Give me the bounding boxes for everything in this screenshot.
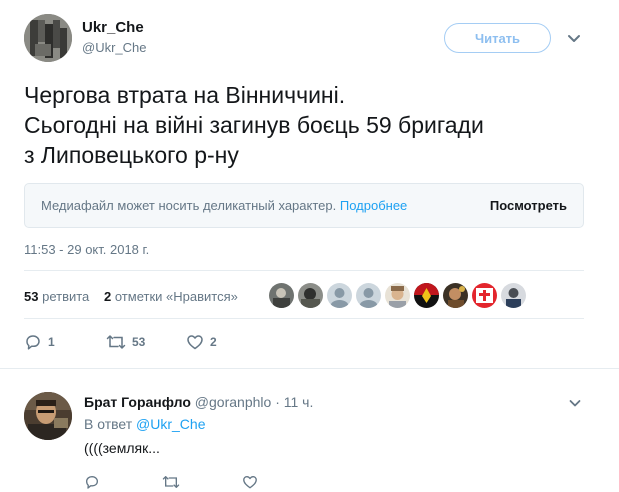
view-media-button[interactable]: Посмотреть xyxy=(490,198,567,213)
like-count: 2 xyxy=(210,335,217,349)
author-name[interactable]: Ukr_Che xyxy=(82,19,144,36)
avatar[interactable] xyxy=(24,14,72,62)
avatar[interactable] xyxy=(356,283,381,308)
media-warning-message: Медиафайл может носить деликатный характ… xyxy=(41,198,407,213)
reply-button[interactable] xyxy=(84,474,100,492)
likes-count: 2 xyxy=(104,289,112,304)
chevron-down-icon[interactable] xyxy=(568,396,582,410)
tweet-text: Чергова втрата на Вінниччині. Сьогодні н… xyxy=(24,80,594,170)
reply-icon xyxy=(26,335,40,350)
media-warning-text: Медиафайл может носить деликатный характ… xyxy=(41,198,337,213)
reply-author-name[interactable]: Брат Горанфло xyxy=(84,394,191,410)
tweet-text-line: Сьогодні на війні загинув боєць 59 брига… xyxy=(24,112,484,138)
retweet-icon xyxy=(106,335,126,349)
tweet-text-line: Чергова втрата на Вінниччині. xyxy=(24,82,346,108)
likes-label: отметки «Нравится» xyxy=(114,289,238,304)
avatar[interactable] xyxy=(414,283,439,308)
likes-stat[interactable]: 2 отметки «Нравится» xyxy=(104,289,238,304)
avatar[interactable] xyxy=(501,283,526,308)
avatar[interactable] xyxy=(472,283,497,308)
mention-link[interactable]: @Ukr_Che xyxy=(136,416,205,432)
follow-button[interactable]: Читать xyxy=(444,23,551,53)
heart-icon xyxy=(187,335,203,350)
reply-button[interactable]: 1 xyxy=(24,330,55,354)
tweet-actions: 1 53 2 xyxy=(24,330,584,354)
retweet-button[interactable] xyxy=(162,474,180,492)
heart-icon xyxy=(243,476,257,489)
retweets-count: 53 xyxy=(24,289,39,304)
reply-icon xyxy=(86,476,98,489)
reply-context: В ответ @Ukr_Che xyxy=(84,416,205,432)
tweet-stats: 53 ретвита 2 отметки «Нравится» xyxy=(24,283,584,313)
reply-timestamp[interactable]: 11 ч. xyxy=(284,394,314,410)
tweet-header: Ukr_Che @Ukr_Che Читать xyxy=(24,14,599,62)
retweet-count: 53 xyxy=(132,335,146,349)
avatar[interactable] xyxy=(269,283,294,308)
reply-author-handle[interactable]: @goranphlo xyxy=(195,394,272,410)
chevron-down-icon[interactable] xyxy=(566,30,582,46)
retweet-icon xyxy=(162,476,180,488)
retweet-button[interactable]: 53 xyxy=(106,330,145,354)
avatar[interactable] xyxy=(327,283,352,308)
reply-actions xyxy=(84,474,384,492)
separator: · xyxy=(275,394,280,410)
avatar[interactable] xyxy=(443,283,468,308)
author-handle[interactable]: @Ukr_Che xyxy=(82,40,147,55)
tweet-text-line: з Липовецького р-ну xyxy=(24,142,239,168)
like-button[interactable] xyxy=(242,474,258,492)
tweet-timestamp[interactable]: 11:53 - 29 окт. 2018 г. xyxy=(24,242,149,257)
like-button[interactable]: 2 xyxy=(186,330,217,354)
sensitive-media-notice: Медиафайл может носить деликатный характ… xyxy=(24,183,584,228)
reply-count: 1 xyxy=(48,335,55,349)
retweets-stat[interactable]: 53 ретвита xyxy=(24,289,89,304)
divider xyxy=(0,368,619,369)
learn-more-link[interactable]: Подробнее xyxy=(340,198,407,213)
divider xyxy=(24,270,584,271)
retweets-label: ретвита xyxy=(42,289,90,304)
divider xyxy=(24,318,584,319)
avatar[interactable] xyxy=(385,283,410,308)
reply-header: Брат Горанфло @goranphlo · 11 ч. xyxy=(84,394,313,410)
reply-tweet[interactable]: Брат Горанфло @goranphlo · 11 ч. В ответ… xyxy=(0,380,619,492)
avatar[interactable] xyxy=(24,392,72,440)
reply-to-label: В ответ xyxy=(84,416,133,432)
reply-text: ((((земляк... xyxy=(84,440,160,456)
avatar[interactable] xyxy=(298,283,323,308)
